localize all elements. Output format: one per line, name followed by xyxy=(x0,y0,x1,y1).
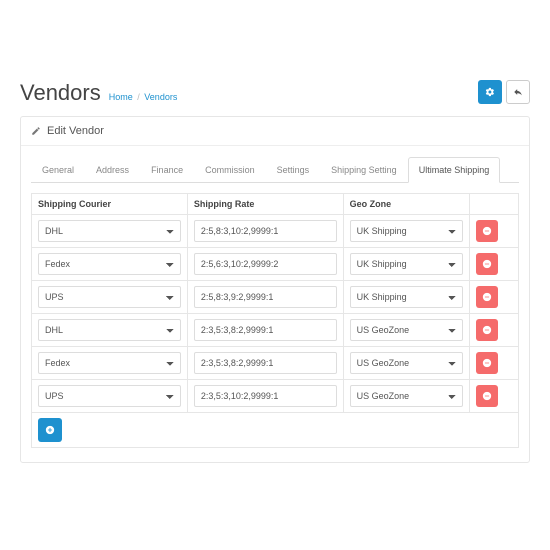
edit-vendor-panel: Edit Vendor General Address Finance Comm… xyxy=(20,116,530,463)
minus-circle-icon xyxy=(482,226,492,236)
courier-select[interactable]: UPS xyxy=(38,385,181,407)
table-row: UPS UK Shipping xyxy=(32,281,519,314)
remove-row-button[interactable] xyxy=(476,385,498,407)
settings-button[interactable] xyxy=(478,80,502,104)
remove-row-button[interactable] xyxy=(476,352,498,374)
breadcrumb-separator: / xyxy=(137,92,140,102)
add-row-button[interactable] xyxy=(38,418,62,442)
minus-circle-icon xyxy=(482,358,492,368)
breadcrumb: Home / Vendors xyxy=(109,92,178,102)
rate-input[interactable] xyxy=(194,385,337,407)
rate-input[interactable] xyxy=(194,286,337,308)
tab-finance[interactable]: Finance xyxy=(140,157,194,183)
table-row: DHL UK Shipping xyxy=(32,215,519,248)
zone-select[interactable]: UK Shipping xyxy=(350,253,464,275)
courier-select[interactable]: DHL xyxy=(38,319,181,341)
th-rate: Shipping Rate xyxy=(187,194,343,215)
minus-circle-icon xyxy=(482,292,492,302)
minus-circle-icon xyxy=(482,259,492,269)
zone-select[interactable]: US GeoZone xyxy=(350,319,464,341)
minus-circle-icon xyxy=(482,391,492,401)
breadcrumb-home[interactable]: Home xyxy=(109,92,133,102)
pencil-icon xyxy=(31,126,41,136)
th-courier: Shipping Courier xyxy=(32,194,188,215)
rate-input[interactable] xyxy=(194,220,337,242)
th-action xyxy=(470,194,519,215)
courier-select[interactable]: Fedex xyxy=(38,253,181,275)
table-row: Fedex US GeoZone xyxy=(32,347,519,380)
remove-row-button[interactable] xyxy=(476,286,498,308)
tab-address[interactable]: Address xyxy=(85,157,140,183)
courier-select[interactable]: Fedex xyxy=(38,352,181,374)
table-row: Fedex UK Shipping xyxy=(32,248,519,281)
tab-general[interactable]: General xyxy=(31,157,85,183)
remove-row-button[interactable] xyxy=(476,220,498,242)
panel-title: Edit Vendor xyxy=(47,125,104,137)
page-title: Vendors xyxy=(20,80,101,106)
table-row: UPS US GeoZone xyxy=(32,380,519,413)
plus-circle-icon xyxy=(45,425,55,435)
tab-settings[interactable]: Settings xyxy=(266,157,321,183)
rate-input[interactable] xyxy=(194,352,337,374)
remove-row-button[interactable] xyxy=(476,319,498,341)
remove-row-button[interactable] xyxy=(476,253,498,275)
th-zone: Geo Zone xyxy=(343,194,470,215)
courier-select[interactable]: UPS xyxy=(38,286,181,308)
courier-select[interactable]: DHL xyxy=(38,220,181,242)
tab-ultimate-shipping[interactable]: Ultimate Shipping xyxy=(408,157,501,183)
zone-select[interactable]: UK Shipping xyxy=(350,286,464,308)
rate-input[interactable] xyxy=(194,253,337,275)
shipping-table: Shipping Courier Shipping Rate Geo Zone … xyxy=(31,193,519,448)
tabs: General Address Finance Commission Setti… xyxy=(31,156,519,183)
breadcrumb-current[interactable]: Vendors xyxy=(144,92,177,102)
zone-select[interactable]: US GeoZone xyxy=(350,385,464,407)
table-row: DHL US GeoZone xyxy=(32,314,519,347)
minus-circle-icon xyxy=(482,325,492,335)
tab-shipping-setting[interactable]: Shipping Setting xyxy=(320,157,408,183)
back-button[interactable] xyxy=(506,80,530,104)
tab-commission[interactable]: Commission xyxy=(194,157,266,183)
reply-icon xyxy=(513,87,523,97)
zone-select[interactable]: UK Shipping xyxy=(350,220,464,242)
gear-icon xyxy=(485,87,495,97)
rate-input[interactable] xyxy=(194,319,337,341)
zone-select[interactable]: US GeoZone xyxy=(350,352,464,374)
